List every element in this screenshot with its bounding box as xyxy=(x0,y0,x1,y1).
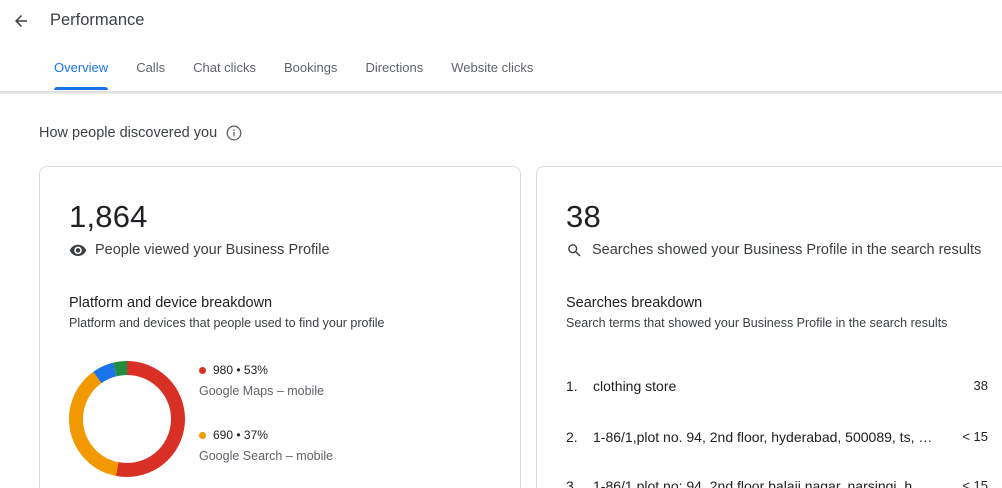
back-arrow-icon[interactable] xyxy=(10,10,32,32)
profile-views-card: 1,864 People viewed your Business Profil… xyxy=(39,166,521,488)
header-divider xyxy=(0,91,1002,94)
search-term-row[interactable]: 2. 1-86/1,plot no. 94, 2nd floor, hydera… xyxy=(566,429,988,445)
searches-total: 38 xyxy=(566,199,601,234)
tab-calls[interactable]: Calls xyxy=(122,58,179,92)
page-title: Performance xyxy=(50,11,145,29)
searches-breakdown-description: Search terms that showed your Business P… xyxy=(566,316,948,330)
legend-label-maps: Google Maps – mobile xyxy=(199,384,325,398)
searches-breakdown-title: Searches breakdown xyxy=(566,295,703,311)
search-icon xyxy=(566,241,584,259)
info-icon[interactable] xyxy=(226,125,242,141)
searches-caption-row: Searches showed your Business Profile in… xyxy=(566,241,981,259)
term-rank: 1. xyxy=(566,378,578,394)
tab-overview[interactable]: Overview xyxy=(40,58,122,92)
legend-dot-maps xyxy=(199,366,206,374)
views-total: 1,864 xyxy=(69,199,148,234)
views-caption: People viewed your Business Profile xyxy=(95,242,330,258)
views-caption-row: People viewed your Business Profile xyxy=(69,241,330,259)
term-rank: 3. xyxy=(566,478,578,488)
term-count: < 15 xyxy=(962,429,988,444)
tab-bookings[interactable]: Bookings xyxy=(270,58,351,92)
legend-item-maps-mobile: 980 • 53% Google Maps – mobile xyxy=(199,363,324,398)
eye-icon xyxy=(69,241,87,259)
section-heading: How people discovered you xyxy=(39,125,242,141)
search-term-row[interactable]: 1. clothing store 38 xyxy=(566,378,988,394)
search-term-row[interactable]: 3. 1-86/1,plot no: 94, 2nd floor balaji … xyxy=(566,478,988,488)
term-text: 1-86/1,plot no. 94, 2nd floor, hyderabad… xyxy=(593,429,933,445)
platform-donut-chart xyxy=(69,361,185,477)
tab-directions[interactable]: Directions xyxy=(351,58,437,92)
tab-chat-clicks[interactable]: Chat clicks xyxy=(179,58,270,92)
section-title-text: How people discovered you xyxy=(39,125,218,141)
legend-item-search-mobile: 690 • 37% Google Search – mobile xyxy=(199,428,333,463)
legend-dot-search xyxy=(199,431,206,439)
searches-card: 38 Searches showed your Business Profile… xyxy=(536,166,1002,488)
legend-value-search: 690 • 37% xyxy=(213,428,268,442)
tab-bar: Overview Calls Chat clicks Bookings Dire… xyxy=(40,58,547,92)
term-rank: 2. xyxy=(566,429,578,445)
legend-label-search: Google Search – mobile xyxy=(199,449,334,463)
searches-caption: Searches showed your Business Profile in… xyxy=(592,242,982,258)
top-header: Performance Overview Calls Chat clicks B… xyxy=(0,0,1002,94)
term-text: clothing store xyxy=(593,378,677,394)
breakdown-description: Platform and devices that people used to… xyxy=(69,316,385,330)
legend-value-maps: 980 • 53% xyxy=(213,363,268,377)
term-count: 38 xyxy=(973,378,988,393)
term-count: < 15 xyxy=(962,478,988,488)
tab-website-clicks[interactable]: Website clicks xyxy=(437,58,547,92)
breakdown-title: Platform and device breakdown xyxy=(69,295,273,311)
term-text: 1-86/1,plot no: 94, 2nd floor balaji nag… xyxy=(593,478,933,488)
